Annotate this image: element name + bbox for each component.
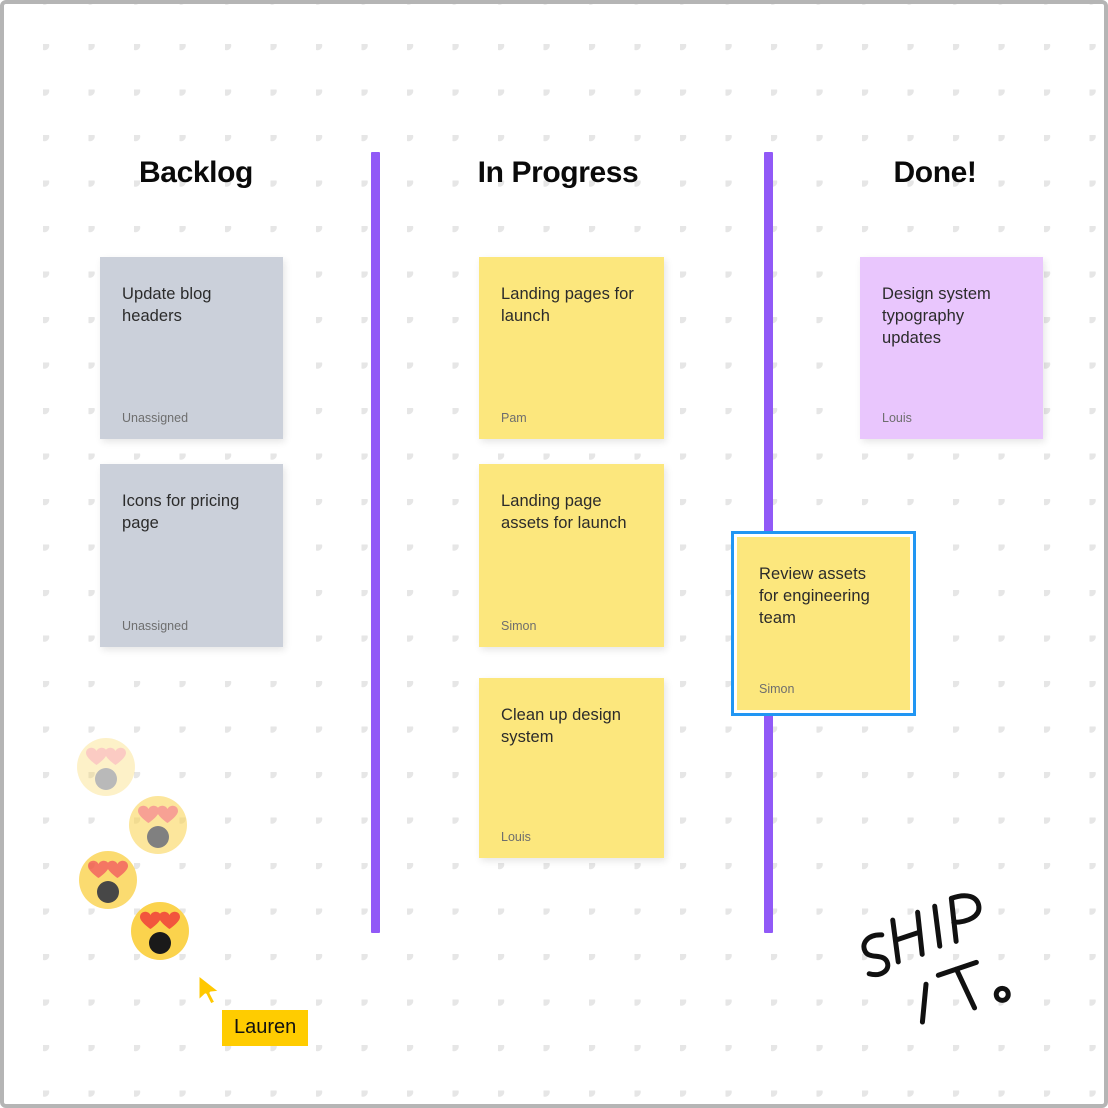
- sticky-note-title: Design system typography updates: [882, 285, 991, 347]
- ship-it-sticker: [861, 893, 1011, 1025]
- sticky-note-update-blog-headers[interactable]: Update blog headers Unassigned: [100, 257, 283, 439]
- sticky-note-title: Landing pages for launch: [501, 285, 634, 325]
- sticky-note-design-system-typography-updates[interactable]: Design system typography updates Louis: [860, 257, 1043, 439]
- cursor-name-tag: Lauren: [222, 1010, 309, 1046]
- sticky-note-assignee: Pam: [501, 411, 527, 425]
- sticky-note-landing-page-assets-for-launch[interactable]: Landing page assets for launch Simon: [479, 464, 664, 647]
- sticky-note-assignee: Louis: [882, 411, 912, 425]
- sticky-note-assignee: Unassigned: [122, 411, 189, 425]
- heart-eyes-emoji: [131, 902, 189, 960]
- sticky-note-assignee: Louis: [501, 830, 531, 844]
- sticky-note-assignee: Simon: [759, 682, 795, 696]
- sticky-note-title: Review assets for engineering team: [759, 565, 870, 627]
- whiteboard-canvas[interactable]: Backlog In Progress Done! Update blog he…: [0, 0, 1108, 1108]
- sticky-note-landing-pages-for-launch[interactable]: Landing pages for launch Pam: [479, 257, 664, 439]
- sticky-note-review-assets-for-engineering-team[interactable]: Review assets for engineering team Simon: [731, 531, 916, 716]
- sticky-note-title: Clean up design system: [501, 706, 622, 746]
- column-divider-1: [371, 152, 380, 933]
- sticky-note-assignee: Unassigned: [122, 619, 189, 633]
- sticky-note-title: Icons for pricing page: [122, 492, 240, 532]
- column-header-backlog: Backlog: [139, 156, 253, 189]
- sticky-note-icons-for-pricing-page[interactable]: Icons for pricing page Unassigned: [100, 464, 283, 647]
- sticky-note-clean-up-design-system[interactable]: Clean up design system Louis: [479, 678, 664, 858]
- sticky-note-title: Landing page assets for launch: [501, 492, 627, 532]
- sticky-note-assignee: Simon: [501, 619, 537, 633]
- column-header-done: Done!: [893, 156, 977, 189]
- sticky-note-title: Update blog headers: [122, 285, 212, 325]
- column-header-in-progress: In Progress: [477, 156, 639, 189]
- cursor-arrow-icon: [196, 972, 223, 1007]
- heart-eyes-emoji: [77, 738, 135, 796]
